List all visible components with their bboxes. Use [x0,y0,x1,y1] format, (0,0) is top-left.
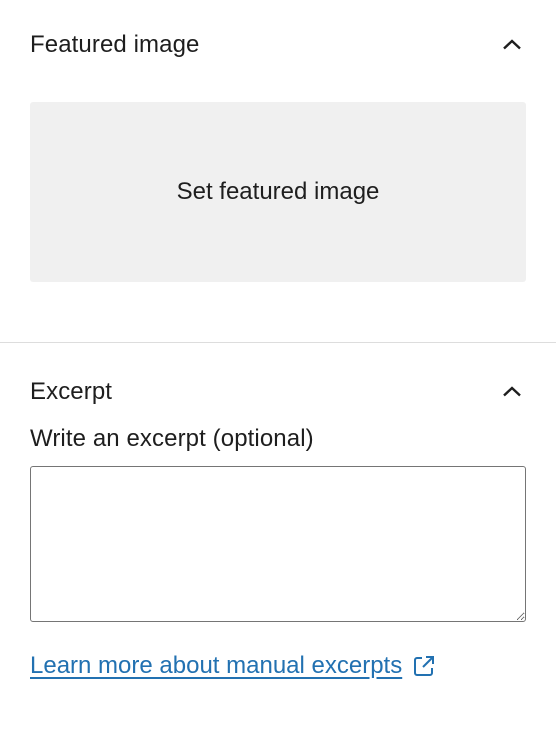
excerpt-textarea[interactable] [30,466,526,622]
learn-more-excerpts-link[interactable]: Learn more about manual excerpts [30,652,437,680]
featured-image-panel-header[interactable]: Featured image [0,0,556,90]
chevron-up-icon[interactable] [498,31,526,59]
external-link-icon [411,653,437,679]
excerpt-panel: Excerpt Write an excerpt (optional) Lear… [0,343,556,680]
featured-image-panel-body: Set featured image [0,90,556,342]
excerpt-panel-title: Excerpt [30,378,113,405]
excerpt-panel-header[interactable]: Excerpt [0,343,556,441]
featured-image-panel-title: Featured image [30,31,200,58]
excerpt-panel-body: Write an excerpt (optional) Learn more a… [0,425,556,680]
learn-more-excerpts-link-label: Learn more about manual excerpts [30,652,403,679]
featured-image-panel: Featured image Set featured image [0,0,556,342]
chevron-up-icon[interactable] [498,378,526,406]
set-featured-image-button[interactable]: Set featured image [30,102,526,282]
